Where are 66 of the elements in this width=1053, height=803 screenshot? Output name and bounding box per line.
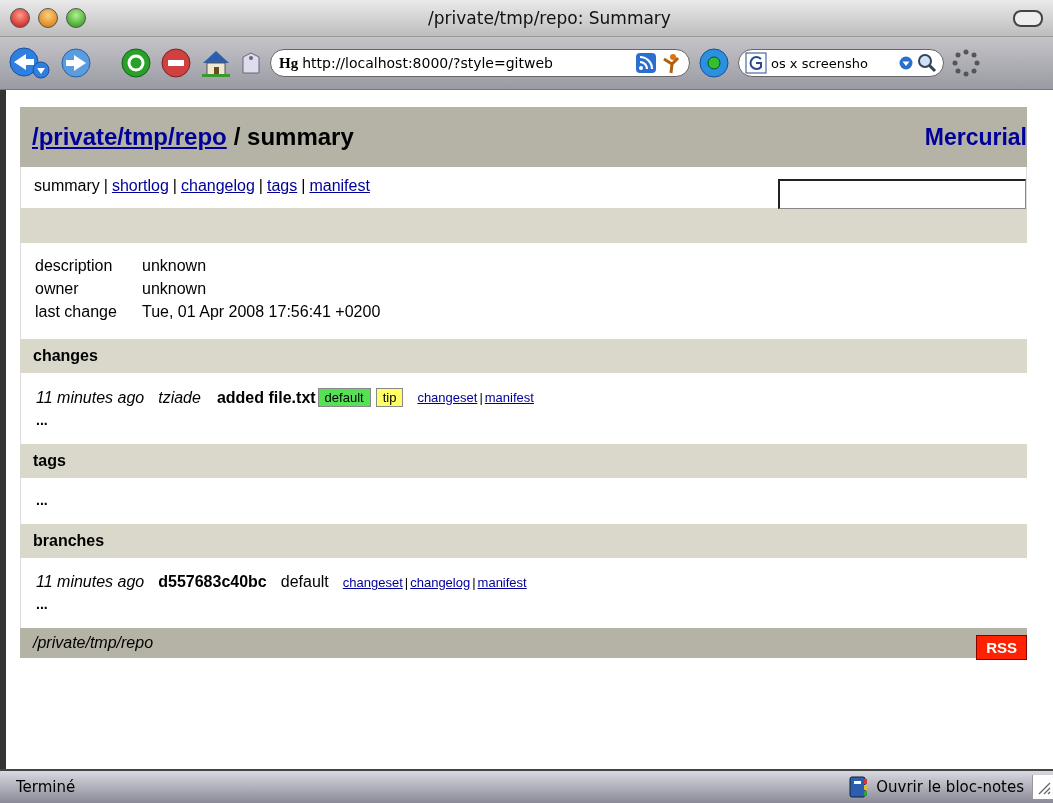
dropdown-icon[interactable] <box>899 56 913 70</box>
rss-button[interactable]: RSS <box>976 635 1027 660</box>
small-link[interactable]: manifest <box>477 574 527 590</box>
tag-icon[interactable] <box>240 51 262 75</box>
link-separator: | <box>479 390 483 405</box>
meta-value: unknown <box>142 256 208 276</box>
commit-link[interactable]: added file.txt <box>216 388 316 407</box>
small-link[interactable]: changeset <box>417 390 478 405</box>
brand-link[interactable]: Mercurial <box>924 123 1027 151</box>
meta-label: last change <box>35 302 118 322</box>
search-field[interactable]: os x screensho <box>738 49 944 77</box>
section-title: changes <box>33 347 98 365</box>
back-icon[interactable] <box>8 46 52 80</box>
search-icon[interactable] <box>917 53 937 73</box>
nav-link[interactable]: tags <box>267 177 298 195</box>
toolbar-toggle-icon[interactable] <box>1013 9 1043 27</box>
reload-icon[interactable] <box>120 47 152 79</box>
nav-link[interactable]: manifest <box>309 177 370 195</box>
footer-path: /private/tmp/repo <box>33 634 154 652</box>
meta-label: owner <box>35 279 80 299</box>
meta-label: description <box>35 256 114 276</box>
nav-separator: | <box>103 177 108 195</box>
window-title: /private/tmp/repo: Summary <box>427 8 672 28</box>
notebook-icon[interactable] <box>848 776 869 798</box>
author-text: tziade <box>158 388 201 407</box>
section-title: branches <box>33 532 105 550</box>
nav-separator: | <box>172 177 177 195</box>
tag-badge: default <box>317 388 371 407</box>
zoom-icon[interactable] <box>66 8 86 28</box>
tag-badge: tip <box>375 388 404 407</box>
meta-value: unknown <box>142 279 208 299</box>
nav-current: summary <box>34 177 100 195</box>
nav-link[interactable]: shortlog <box>111 177 169 195</box>
figure-icon[interactable] <box>661 52 681 74</box>
meta-value: Tue, 01 Apr 2008 17:56:41 +0200 <box>142 302 381 322</box>
nav-link[interactable]: changelog <box>181 177 255 195</box>
more-link[interactable]: ... <box>36 413 48 427</box>
status-text: Terminé <box>16 778 77 796</box>
forward-icon[interactable] <box>60 47 92 79</box>
close-icon[interactable] <box>10 8 30 28</box>
branch-name: default <box>280 573 329 591</box>
resize-grip-icon[interactable] <box>1032 775 1053 799</box>
nav-separator: | <box>301 177 306 195</box>
page-title: / summary <box>233 123 354 151</box>
small-link[interactable]: changelog <box>410 574 471 590</box>
section-title: tags <box>33 452 66 470</box>
google-g-icon <box>745 52 767 74</box>
age-text: 11 minutes ago <box>36 573 145 591</box>
more-link[interactable]: ... <box>36 493 48 507</box>
link-separator: | <box>404 574 409 590</box>
age-text: 11 minutes ago <box>36 388 145 407</box>
address-field[interactable]: Hg http://localhost:8000/?style=gitweb <box>270 49 690 77</box>
stop-icon[interactable] <box>160 47 192 79</box>
node-link[interactable]: d557683c40bc <box>158 573 267 591</box>
notepad-link[interactable]: Ouvrir le bloc-notes <box>876 778 1024 796</box>
small-link[interactable]: changeset <box>342 574 403 590</box>
spinner-icon <box>952 49 980 77</box>
nav-separator: | <box>258 177 263 195</box>
circle-button-icon[interactable] <box>698 47 730 79</box>
search-field[interactable] <box>778 179 1026 209</box>
minimize-icon[interactable] <box>38 8 58 28</box>
feed-icon[interactable] <box>635 52 657 74</box>
link-separator: | <box>472 574 476 590</box>
small-link[interactable]: manifest <box>484 390 534 405</box>
more-link[interactable]: ... <box>36 597 48 611</box>
repo-link[interactable]: /private/tmp/repo <box>32 123 227 151</box>
